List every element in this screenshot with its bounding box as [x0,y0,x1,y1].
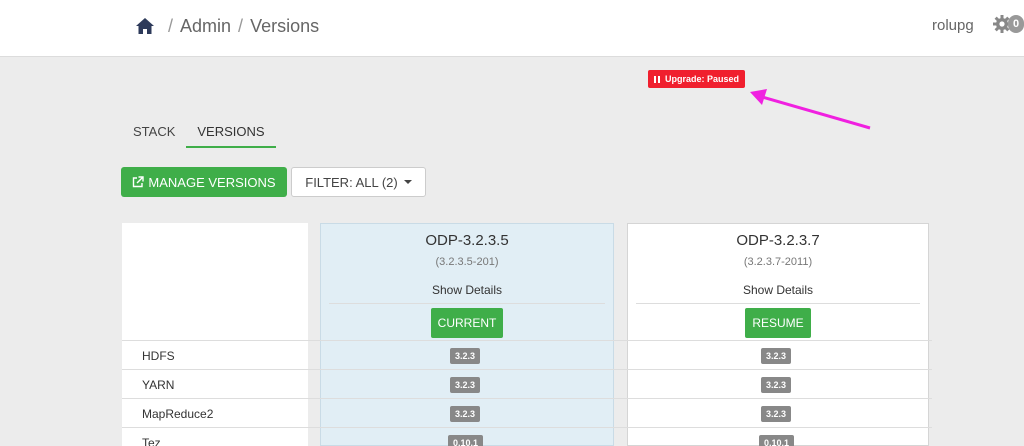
service-name: HDFS [142,349,175,363]
breadcrumb-admin-link[interactable]: Admin [180,16,231,37]
current-version-pill: 0.10.1 [448,435,484,446]
tab-stack[interactable]: STACK [122,120,186,148]
version-build: (3.2.3.7-2011) [743,256,813,268]
service-name: MapReduce2 [142,407,214,421]
pause-icon [654,75,660,83]
current-version-pill: 3.2.3 [450,377,481,393]
target-version-pill: 3.2.3 [761,377,792,393]
current-version-button: CURRENT [430,308,504,338]
target-version-pill: 3.2.3 [761,348,792,364]
upgrade-status-badge[interactable]: Upgrade: Paused [648,70,746,88]
divider [329,303,605,304]
filter-label: FILTER: ALL (2) [305,174,398,190]
divider [636,303,920,304]
resume-upgrade-button[interactable]: RESUME [745,308,811,338]
current-version-pill: 3.2.3 [450,348,481,364]
tab-bar: STACK VERSIONS [122,120,276,148]
service-row: YARN 3.2.3 3.2.3 [122,369,932,398]
breadcrumb-separator: / [168,15,174,36]
manage-versions-button[interactable]: MANAGE VERSIONS [121,167,287,197]
manage-versions-label: MANAGE VERSIONS [148,174,276,190]
service-row: HDFS 3.2.3 3.2.3 [122,340,932,369]
target-version-pill: 3.2.3 [761,406,792,422]
version-name: ODP-3.2.3.5 [425,232,509,249]
service-name: Tez [142,436,161,446]
target-version-pill: 0.10.1 [759,435,795,446]
filter-dropdown[interactable]: FILTER: ALL (2) [291,167,426,197]
top-navbar: / Admin / Versions rolupg 0 [0,0,1024,57]
home-icon[interactable] [135,16,155,36]
tab-versions[interactable]: VERSIONS [186,120,276,148]
annotation-arrow [750,89,871,130]
external-link-icon [133,176,145,188]
breadcrumb: / Admin / Versions [135,14,319,38]
alerts-count-badge: 0 [1008,15,1024,33]
breadcrumb-current: Versions [250,15,320,36]
show-details-link[interactable]: Show Details [628,283,928,297]
service-row: MapReduce2 3.2.3 3.2.3 [122,398,932,427]
breadcrumb-separator: / [238,15,244,36]
version-name: ODP-3.2.3.7 [736,232,820,249]
user-menu[interactable]: rolupg [932,17,974,34]
upgrade-status-label: Upgrade: Paused [665,74,740,84]
caret-down-icon [403,180,412,184]
service-name: YARN [142,378,175,392]
current-version-pill: 3.2.3 [450,406,481,422]
version-build: (3.2.3.5-201) [435,256,499,268]
show-details-link[interactable]: Show Details [321,283,613,297]
service-row: Tez 0.10.1 0.10.1 [122,427,932,446]
settings-menu[interactable]: 0 [992,14,1024,34]
